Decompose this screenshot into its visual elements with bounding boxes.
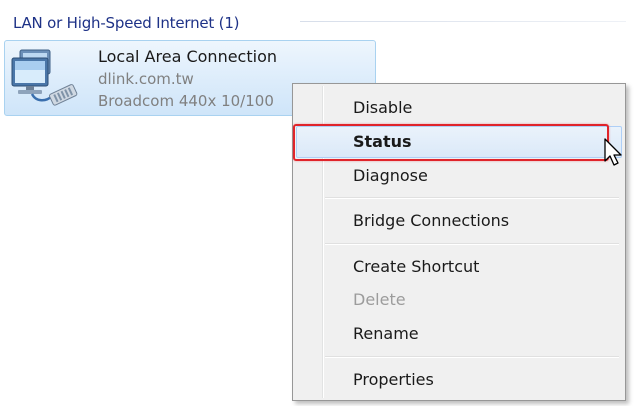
menu-item-label: Create Shortcut [353, 257, 480, 276]
menu-item-label: Rename [353, 324, 419, 343]
connection-network: dlink.com.tw [98, 70, 194, 88]
network-connections-window: LAN or High-Speed Internet (1) Local Are… [0, 0, 634, 406]
menu-item-rename[interactable]: Rename [296, 318, 622, 350]
menu-item-bridge-connections[interactable]: Bridge Connections [296, 205, 622, 237]
group-divider [300, 21, 626, 22]
menu-item-create-shortcut[interactable]: Create Shortcut [296, 251, 622, 283]
context-menu: Disable Status Diagnose Bridge Connectio… [292, 83, 626, 401]
menu-item-label: Properties [353, 370, 434, 389]
mouse-pointer-icon [604, 138, 622, 166]
menu-item-properties[interactable]: Properties [296, 364, 622, 396]
connection-adapter: Broadcom 440x 10/100 [98, 92, 274, 110]
group-title: LAN or High-Speed Internet (1) [13, 14, 240, 32]
menu-item-disable[interactable]: Disable [296, 92, 622, 124]
network-adapter-icon [11, 49, 78, 106]
menu-item-diagnose[interactable]: Diagnose [296, 160, 622, 192]
menu-separator [325, 243, 619, 245]
menu-item-label: Status [353, 132, 412, 151]
menu-item-delete: Delete [296, 284, 622, 316]
menu-item-label: Bridge Connections [353, 211, 510, 230]
group-header: LAN or High-Speed Internet (1) [13, 12, 240, 34]
menu-separator [325, 197, 619, 199]
connection-name: Local Area Connection [98, 47, 277, 66]
menu-item-label: Disable [353, 98, 413, 117]
menu-item-label: Diagnose [353, 166, 428, 185]
menu-item-status[interactable]: Status [296, 126, 622, 158]
menu-separator [325, 356, 619, 358]
menu-item-label: Delete [353, 290, 406, 309]
